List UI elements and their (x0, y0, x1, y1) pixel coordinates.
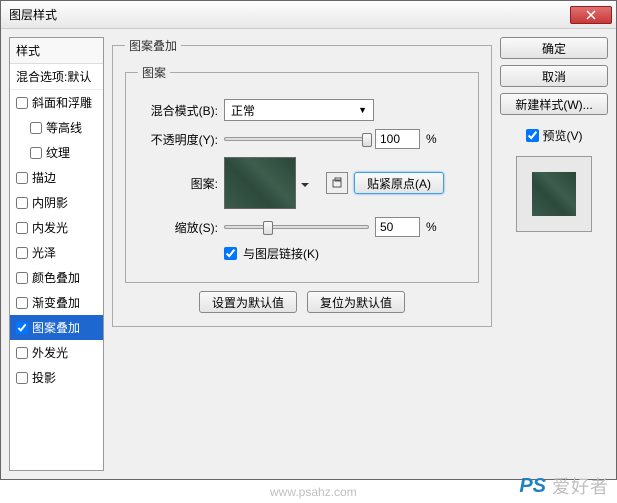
opacity-label: 不透明度(Y): (138, 131, 218, 148)
ps-logo: PS (519, 475, 546, 498)
styles-list: 样式 混合选项:默认 斜面和浮雕等高线纹理描边内阴影内发光光泽颜色叠加渐变叠加图… (9, 37, 104, 471)
new-style-button[interactable]: 新建样式(W)... (500, 93, 608, 115)
preview-swatch (532, 172, 576, 216)
snap-to-origin-button[interactable]: 贴紧原点(A) (354, 172, 444, 194)
style-item-6[interactable]: 光泽 (10, 240, 103, 265)
style-item-3[interactable]: 描边 (10, 165, 103, 190)
style-item-0[interactable]: 斜面和浮雕 (10, 90, 103, 115)
styles-header[interactable]: 样式 (10, 38, 103, 64)
style-checkbox-8[interactable] (16, 297, 28, 309)
opacity-slider[interactable] (224, 137, 369, 141)
watermark: PS 爱好者 (519, 473, 609, 499)
preview-label: 预览(V) (543, 127, 583, 144)
ok-button[interactable]: 确定 (500, 37, 608, 59)
cancel-button[interactable]: 取消 (500, 65, 608, 87)
preview-box (516, 156, 592, 232)
action-panel: 确定 取消 新建样式(W)... 预览(V) (500, 37, 608, 471)
style-label-8: 渐变叠加 (32, 294, 80, 311)
new-preset-button[interactable] (326, 172, 348, 194)
reset-default-button[interactable]: 复位为默认值 (307, 291, 405, 313)
pattern-legend: 图案 (138, 64, 170, 81)
style-label-6: 光泽 (32, 244, 56, 261)
scale-label: 缩放(S): (138, 219, 218, 236)
style-item-9[interactable]: 图案叠加 (10, 315, 103, 340)
style-label-7: 颜色叠加 (32, 269, 80, 286)
style-label-0: 斜面和浮雕 (32, 94, 92, 111)
style-label-1: 等高线 (46, 119, 82, 136)
style-item-7[interactable]: 颜色叠加 (10, 265, 103, 290)
preview-checkbox[interactable] (526, 129, 539, 142)
blend-options-default[interactable]: 混合选项:默认 (10, 64, 103, 90)
style-checkbox-11[interactable] (16, 372, 28, 384)
style-checkbox-0[interactable] (16, 97, 28, 109)
scale-input[interactable] (375, 217, 420, 237)
style-item-10[interactable]: 外发光 (10, 340, 103, 365)
pattern-overlay-group: 图案叠加 图案 混合模式(B): 正常 ▼ 不透明度(Y): (112, 37, 492, 327)
titlebar: 图层样式 (1, 1, 616, 29)
pattern-picker[interactable] (224, 157, 296, 209)
style-checkbox-3[interactable] (16, 172, 28, 184)
pattern-label: 图案: (138, 175, 218, 192)
style-checkbox-10[interactable] (16, 347, 28, 359)
style-label-4: 内阴影 (32, 194, 68, 211)
style-item-8[interactable]: 渐变叠加 (10, 290, 103, 315)
style-label-11: 投影 (32, 369, 56, 386)
style-item-11[interactable]: 投影 (10, 365, 103, 390)
style-label-5: 内发光 (32, 219, 68, 236)
opacity-input[interactable] (375, 129, 420, 149)
style-checkbox-2[interactable] (30, 147, 42, 159)
chevron-down-icon: ▼ (358, 105, 367, 115)
style-label-2: 纹理 (46, 144, 70, 161)
style-checkbox-7[interactable] (16, 272, 28, 284)
style-checkbox-5[interactable] (16, 222, 28, 234)
style-checkbox-1[interactable] (30, 122, 42, 134)
style-label-10: 外发光 (32, 344, 68, 361)
style-checkbox-6[interactable] (16, 247, 28, 259)
percent-label-2: % (426, 220, 438, 234)
watermark-url: www.psahz.com (270, 485, 357, 499)
style-item-2[interactable]: 纹理 (10, 140, 103, 165)
window-title: 图层样式 (9, 6, 57, 23)
style-checkbox-9[interactable] (16, 322, 28, 334)
link-with-layer-label: 与图层链接(K) (243, 245, 319, 262)
style-label-9: 图案叠加 (32, 319, 80, 336)
percent-label: % (426, 132, 438, 146)
blend-mode-label: 混合模式(B): (138, 102, 218, 119)
scale-slider[interactable] (224, 225, 369, 229)
style-item-4[interactable]: 内阴影 (10, 190, 103, 215)
style-item-1[interactable]: 等高线 (10, 115, 103, 140)
style-checkbox-4[interactable] (16, 197, 28, 209)
pattern-overlay-legend: 图案叠加 (125, 37, 181, 54)
close-button[interactable] (570, 6, 612, 24)
dialog-content: 样式 混合选项:默认 斜面和浮雕等高线纹理描边内阴影内发光光泽颜色叠加渐变叠加图… (1, 29, 616, 479)
link-with-layer-checkbox[interactable] (224, 247, 237, 260)
settings-panel: 图案叠加 图案 混合模式(B): 正常 ▼ 不透明度(Y): (112, 37, 492, 471)
layer-style-dialog: 图层样式 样式 混合选项:默认 斜面和浮雕等高线纹理描边内阴影内发光光泽颜色叠加… (0, 0, 617, 480)
pattern-group: 图案 混合模式(B): 正常 ▼ 不透明度(Y): % (125, 64, 479, 283)
style-item-5[interactable]: 内发光 (10, 215, 103, 240)
make-default-button[interactable]: 设置为默认值 (199, 291, 297, 313)
style-label-3: 描边 (32, 169, 56, 186)
blend-mode-dropdown[interactable]: 正常 ▼ (224, 99, 374, 121)
watermark-text: 爱好者 (552, 473, 609, 499)
blend-mode-value: 正常 (231, 102, 255, 119)
